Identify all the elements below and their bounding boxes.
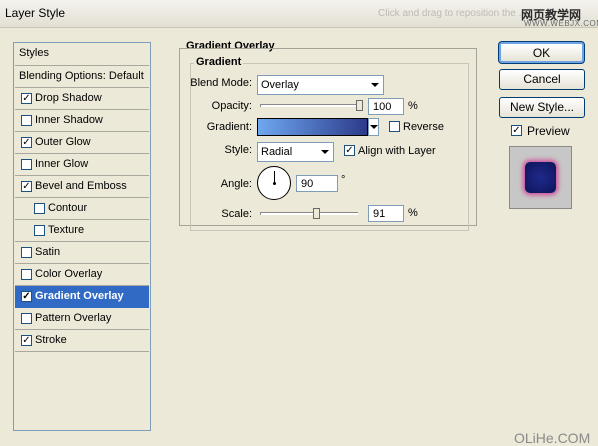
styles-header[interactable]: Styles — [15, 43, 149, 66]
style-item-checkbox[interactable]: ✓ — [21, 335, 32, 346]
align-with-layer-checkbox[interactable]: ✓ — [344, 145, 355, 156]
style-select[interactable]: Radial — [257, 142, 334, 162]
cancel-button[interactable]: Cancel — [499, 69, 585, 90]
style-value: Radial — [261, 146, 293, 158]
style-item-pattern-overlay[interactable]: Pattern Overlay — [15, 308, 149, 330]
style-item-label: Bevel and Emboss — [35, 180, 127, 192]
style-item-inner-glow[interactable]: Inner Glow — [15, 154, 149, 176]
chevron-down-icon — [370, 125, 378, 129]
style-item-checkbox[interactable] — [34, 203, 45, 214]
style-item-checkbox[interactable] — [21, 159, 32, 170]
scale-unit: % — [408, 207, 418, 219]
style-item-checkbox[interactable]: ✓ — [21, 291, 32, 302]
style-item-satin[interactable]: Satin — [15, 242, 149, 264]
blend-mode-label: Blend Mode: — [190, 77, 252, 89]
blending-options-label: Blending Options: Default — [19, 70, 144, 82]
opacity-value: 100 — [373, 101, 392, 113]
style-item-checkbox[interactable]: ✓ — [21, 93, 32, 104]
scale-label: Scale: — [221, 208, 252, 220]
style-item-bevel-and-emboss[interactable]: ✓ Bevel and Emboss — [15, 176, 149, 198]
opacity-label: Opacity: — [211, 100, 252, 112]
style-item-label: Satin — [35, 246, 61, 258]
style-item-contour[interactable]: Contour — [15, 198, 149, 220]
style-item-inner-shadow[interactable]: Inner Shadow — [15, 110, 149, 132]
style-item-checkbox[interactable] — [21, 269, 32, 280]
angle-unit: ° — [341, 174, 346, 186]
preview-checkbox[interactable]: ✓ — [511, 125, 522, 136]
opacity-unit: % — [408, 100, 418, 112]
style-item-stroke[interactable]: ✓ Stroke — [15, 330, 149, 352]
scale-slider[interactable] — [260, 212, 358, 215]
gradient-group-title: Gradient — [194, 56, 244, 68]
preview-thumbnail — [509, 146, 572, 209]
opacity-slider[interactable] — [260, 104, 361, 107]
style-item-checkbox[interactable] — [34, 225, 45, 236]
ok-button[interactable]: OK — [498, 41, 585, 64]
style-item-outer-glow[interactable]: ✓ Outer Glow — [15, 132, 149, 154]
gradient-picker-button[interactable] — [368, 118, 379, 136]
angle-dial[interactable] — [257, 166, 291, 200]
opacity-slider-thumb[interactable] — [356, 100, 363, 111]
style-item-checkbox[interactable] — [21, 115, 32, 126]
scale-value: 91 — [373, 208, 386, 220]
gradient-swatch[interactable] — [257, 118, 368, 136]
style-item-label: Pattern Overlay — [35, 312, 112, 324]
styles-list: Styles Blending Options: Default ✓ Drop S… — [13, 42, 151, 431]
style-item-label: Inner Glow — [35, 158, 89, 170]
styles-header-label: Styles — [19, 47, 49, 59]
style-item-label: Gradient Overlay — [35, 290, 124, 302]
style-item-checkbox[interactable] — [21, 247, 32, 258]
opacity-input[interactable]: 100 — [368, 98, 404, 115]
style-item-checkbox[interactable] — [21, 313, 32, 324]
style-item-checkbox[interactable]: ✓ — [21, 181, 32, 192]
style-item-checkbox[interactable]: ✓ — [21, 137, 32, 148]
watermark-url: WWW.WEBJX.COM — [524, 19, 598, 28]
angle-label: Angle: — [220, 178, 252, 190]
corner-watermark: OLiHe.COM — [514, 430, 591, 446]
window-title: Layer Style — [5, 6, 66, 20]
chevron-down-icon — [321, 150, 329, 154]
align-with-layer-label: Align with Layer — [358, 145, 436, 157]
title-hint: Click and drag to reposition the ... — [378, 8, 527, 19]
angle-input[interactable]: 90 — [296, 175, 338, 192]
reverse-checkbox[interactable] — [389, 121, 400, 132]
chevron-down-icon — [371, 83, 379, 87]
angle-value: 90 — [301, 178, 314, 190]
scale-slider-thumb[interactable] — [312, 208, 320, 219]
style-item-label: Inner Shadow — [35, 114, 103, 126]
style-item-label: Stroke — [35, 334, 67, 346]
style-item-label: Texture — [48, 224, 85, 236]
style-item-gradient-overlay[interactable]: ✓ Gradient Overlay — [15, 286, 149, 308]
style-item-texture[interactable]: Texture — [15, 220, 149, 242]
style-label: Style: — [224, 144, 252, 156]
blending-options-item[interactable]: Blending Options: Default — [15, 66, 149, 88]
style-item-label: Color Overlay — [35, 268, 103, 280]
preview-label: Preview — [527, 124, 570, 138]
reverse-label: Reverse — [403, 121, 444, 133]
title-bar[interactable]: Layer Style Click and drag to reposition… — [0, 0, 598, 28]
angle-dial-center — [273, 182, 276, 185]
gradient-label: Gradient: — [206, 121, 252, 133]
style-item-label: Contour — [48, 202, 88, 214]
blend-mode-select[interactable]: Overlay — [257, 75, 384, 95]
scale-input[interactable]: 91 — [368, 205, 404, 222]
style-item-drop-shadow[interactable]: ✓ Drop Shadow — [15, 88, 149, 110]
style-item-label: Outer Glow — [35, 136, 91, 148]
style-item-color-overlay[interactable]: Color Overlay — [15, 264, 149, 286]
style-item-label: Drop Shadow — [35, 92, 102, 104]
blend-mode-value: Overlay — [261, 79, 299, 91]
new-style-button[interactable]: New Style... — [499, 97, 585, 118]
preview-swatch — [525, 162, 556, 193]
